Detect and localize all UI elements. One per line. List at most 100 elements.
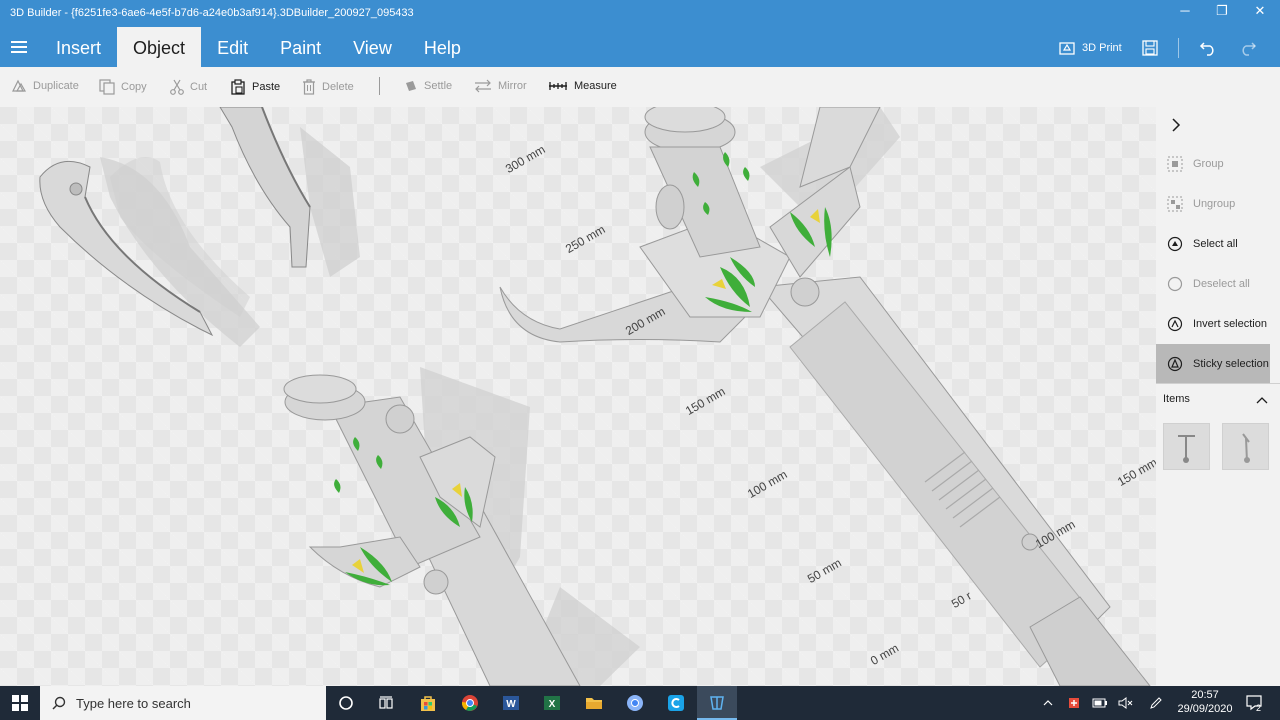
ungroup-label: Ungroup (1193, 198, 1236, 210)
right-commands: 3D Print (1058, 36, 1257, 60)
toolbar-divider (379, 77, 380, 95)
measure-label: Measure (574, 80, 617, 92)
ungroup-icon (1167, 196, 1183, 212)
delete-button[interactable]: Delete (302, 79, 354, 95)
save-icon[interactable] (1142, 40, 1158, 56)
store-icon (421, 696, 435, 711)
menu-help[interactable]: Help (408, 27, 477, 67)
3d-print-button[interactable]: 3D Print (1058, 40, 1122, 56)
hamburger-menu-icon[interactable] (11, 41, 27, 53)
taskbar-chrome-2[interactable] (615, 686, 655, 720)
app-c-icon (668, 695, 684, 711)
duplicate-button[interactable]: Duplicate (11, 79, 79, 93)
cut-label: Cut (190, 81, 208, 93)
3d-viewport[interactable]: 300 mm 250 mm 200 mm 150 mm 100 mm 50 mm… (0, 107, 1156, 686)
chevron-right-icon[interactable] (1170, 118, 1182, 132)
copy-button[interactable]: Copy (99, 79, 147, 95)
settle-button[interactable]: Settle (404, 79, 452, 93)
menu-insert[interactable]: Insert (40, 27, 117, 67)
3d-print-label: 3D Print (1082, 42, 1122, 54)
sticky-selection-label: Sticky selection (1193, 358, 1269, 370)
mirror-button[interactable]: Mirror (474, 79, 527, 93)
search-icon (52, 696, 66, 710)
group-icon (1167, 156, 1183, 172)
tray-overflow-chevron-icon[interactable] (1038, 686, 1058, 720)
invert-selection-icon (1167, 316, 1183, 332)
sticky-selection-button[interactable]: Sticky selection (1156, 344, 1270, 384)
excel-icon: X (544, 696, 560, 710)
chrome-icon (627, 695, 643, 711)
invert-selection-button[interactable]: Invert selection (1156, 304, 1270, 344)
menu-view[interactable]: View (337, 27, 408, 67)
item-thumbnail[interactable] (1222, 423, 1269, 470)
select-all-icon (1167, 236, 1183, 252)
tray-app-icon[interactable] (1064, 686, 1084, 720)
windows-taskbar: Type here to search W X 20:57 29/09/2020… (0, 686, 1280, 720)
pen-icon[interactable] (1146, 686, 1166, 720)
duplicate-label: Duplicate (33, 80, 79, 92)
group-button[interactable]: Group (1156, 144, 1270, 184)
chrome-icon (461, 695, 478, 711)
blade-fragment-top[interactable] (219, 107, 311, 268)
cortana-icon (339, 696, 353, 710)
item-thumbnail[interactable] (1163, 423, 1210, 470)
taskbar-3d-builder[interactable] (697, 686, 737, 720)
taskbar-word[interactable]: W (491, 686, 531, 720)
mirror-icon (475, 79, 491, 93)
search-placeholder: Type here to search (76, 695, 191, 711)
measure-button[interactable]: Measure (548, 79, 617, 93)
folder-icon (586, 698, 602, 709)
ungroup-button[interactable]: Ungroup (1156, 184, 1270, 224)
toolbar-separator (1177, 38, 1179, 58)
paste-button[interactable]: Paste (230, 79, 280, 95)
saber-hilt-large[interactable] (499, 107, 1151, 686)
clock-time: 20:57 (1191, 689, 1219, 701)
clock-date: 29/09/2020 (1177, 703, 1233, 715)
notifications-button[interactable]: 2 (1242, 686, 1268, 720)
menu-object[interactable]: Object (117, 27, 202, 67)
paste-label: Paste (252, 81, 281, 93)
notification-count: 2 (1256, 703, 1262, 713)
clipboard-icon (231, 79, 245, 95)
minimize-button[interactable]: ─ (1166, 3, 1204, 18)
deselect-all-button[interactable]: Deselect all (1156, 264, 1270, 304)
svg-text:W: W (506, 699, 516, 710)
chevron-up-icon[interactable] (1256, 395, 1268, 405)
battery-icon[interactable] (1090, 686, 1110, 720)
taskbar-store[interactable] (408, 686, 448, 720)
maximize-button[interactable]: ❐ (1203, 3, 1241, 19)
redo-icon[interactable] (1239, 40, 1257, 56)
select-all-button[interactable]: Select all (1156, 224, 1270, 264)
svg-text:X: X (549, 699, 556, 710)
copy-label: Copy (121, 81, 147, 93)
system-clock[interactable]: 20:57 29/09/2020 (1175, 688, 1235, 716)
start-button[interactable] (0, 686, 40, 720)
printer-icon (1059, 42, 1075, 55)
3d-scene[interactable] (0, 107, 1156, 686)
cortana-button[interactable] (326, 686, 366, 720)
scissors-icon (170, 79, 184, 95)
invert-selection-label: Invert selection (1193, 318, 1267, 330)
copy-icon (99, 79, 115, 95)
window-title: 3D Builder - {f6251fe3-6ae6-4e5f-b7d6-a2… (10, 7, 414, 19)
taskbar-excel[interactable]: X (532, 686, 572, 720)
group-label: Group (1193, 158, 1224, 170)
close-button[interactable]: ✕ (1241, 3, 1279, 19)
deselect-all-label: Deselect all (1193, 278, 1250, 290)
panel-divider (1156, 383, 1280, 384)
delete-label: Delete (322, 81, 354, 93)
menu-paint[interactable]: Paint (264, 27, 337, 67)
cut-button[interactable]: Cut (170, 79, 207, 95)
select-all-label: Select all (1193, 238, 1238, 250)
taskbar-app-c[interactable] (656, 686, 696, 720)
undo-icon[interactable] (1199, 40, 1217, 56)
notification-icon (1246, 695, 1262, 711)
taskbar-search[interactable]: Type here to search (40, 686, 326, 720)
taskbar-file-explorer[interactable] (574, 686, 614, 720)
ruler-icon (549, 82, 567, 90)
volume-muted-icon[interactable] (1116, 686, 1136, 720)
task-view-button[interactable] (366, 686, 406, 720)
taskbar-chrome[interactable] (450, 686, 490, 720)
task-view-icon (379, 696, 393, 709)
menu-edit[interactable]: Edit (201, 27, 264, 67)
